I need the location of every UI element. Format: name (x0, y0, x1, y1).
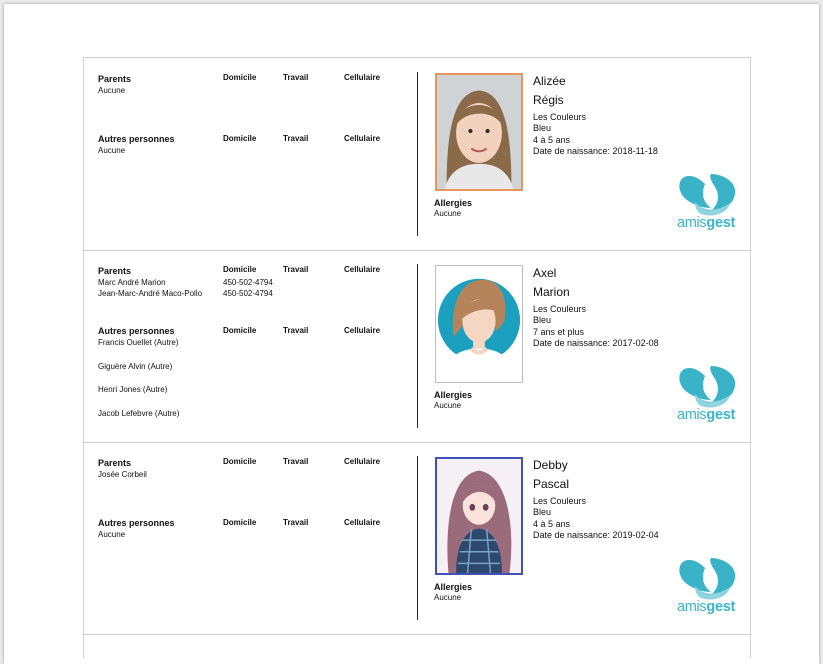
home-column-header: Domicile (223, 518, 257, 527)
parents-heading: Parents (98, 266, 132, 276)
allergies-heading: Allergies (434, 390, 473, 400)
cell-column-header: Cellulaire (344, 134, 381, 143)
child-last-name: Régis (533, 93, 564, 107)
other-person-name: Henri Jones (Autre) (98, 385, 168, 394)
child-first-name: Axel (533, 266, 557, 280)
work-column-header: Travail (283, 457, 309, 466)
child-last-name: Marion (533, 285, 570, 299)
work-column-header: Travail (283, 326, 309, 335)
home-column-header: Domicile (223, 134, 257, 143)
child-age-group: 4 à 5 ans (533, 519, 571, 529)
child-color: Bleu (533, 507, 552, 517)
home-column-header: Domicile (223, 73, 257, 82)
parents-heading: Parents (98, 74, 132, 84)
logo-text: amisgest (676, 215, 736, 231)
home-column-header: Domicile (223, 457, 257, 466)
child-group: Les Couleurs (533, 112, 587, 122)
others-heading: Autres personnes (98, 134, 175, 144)
other-person-name: Jacob Lefebvre (Autre) (98, 409, 180, 418)
parent-name: Josée Corbeil (98, 470, 147, 479)
child-birth-date: Date de naissance: 2018-11-18 (533, 146, 658, 156)
child-first-name: Alizée (533, 74, 566, 88)
child-last-name: Pascal (533, 477, 570, 491)
column-divider (417, 264, 418, 428)
other-person-name: Giguère Alvin (Autre) (98, 362, 173, 371)
home-column-header: Domicile (223, 326, 257, 335)
parent-name: Jean-Marc-André Maco-Pollo (98, 289, 203, 298)
report-sheet: Parents Domicile Travail Cellulaire Aucu… (83, 57, 751, 658)
parents-heading: Parents (98, 458, 132, 468)
child-group: Les Couleurs (533, 304, 587, 314)
child-color: Bleu (533, 123, 552, 133)
work-column-header: Travail (283, 265, 309, 274)
child-first-name: Debby (533, 458, 568, 472)
cell-column-header: Cellulaire (344, 265, 381, 274)
others-heading: Autres personnes (98, 326, 175, 336)
child-photo (435, 73, 523, 191)
child-card: Parents Domicile Travail Cellulaire Aucu… (84, 58, 750, 251)
child-group: Les Couleurs (533, 496, 587, 506)
others-none: Aucune (98, 530, 126, 539)
child-color: Bleu (533, 315, 552, 325)
column-divider (417, 72, 418, 236)
cell-column-header: Cellulaire (344, 73, 381, 82)
allergies-heading: Allergies (434, 198, 473, 208)
child-card: Parents Domicile Travail Cellulaire Marc… (84, 250, 750, 443)
other-person-name: Francis Ouellet (Autre) (98, 338, 179, 347)
allergies-value: Aucune (434, 593, 462, 602)
work-column-header: Travail (283, 134, 309, 143)
amisgest-logo: amisgest (670, 364, 742, 430)
parent-home-phone: 450-502-4794 (223, 278, 273, 287)
child-photo (435, 265, 523, 383)
others-none: Aucune (98, 146, 126, 155)
logo-text: amisgest (676, 407, 736, 423)
amisgest-logo: amisgest (670, 556, 742, 622)
cell-column-header: Cellulaire (344, 457, 381, 466)
child-age-group: 4 à 5 ans (533, 135, 571, 145)
parents-none: Aucune (98, 86, 126, 95)
logo-text: amisgest (676, 599, 736, 615)
parent-name: Marc André Marion (98, 278, 166, 287)
amisgest-logo: amisgest (670, 172, 742, 238)
document-page: Parents Domicile Travail Cellulaire Aucu… (4, 4, 819, 664)
allergies-heading: Allergies (434, 582, 473, 592)
column-divider (417, 456, 418, 620)
cell-column-header: Cellulaire (344, 518, 381, 527)
allergies-value: Aucune (434, 401, 462, 410)
child-card: Parents Domicile Travail Cellulaire José… (84, 442, 750, 635)
child-birth-date: Date de naissance: 2017-02-08 (533, 338, 659, 348)
allergies-value: Aucune (434, 209, 462, 218)
home-column-header: Domicile (223, 265, 257, 274)
parent-home-phone: 450-502-4794 (223, 289, 273, 298)
child-birth-date: Date de naissance: 2019-02-04 (533, 530, 659, 540)
others-heading: Autres personnes (98, 518, 175, 528)
cell-column-header: Cellulaire (344, 326, 381, 335)
work-column-header: Travail (283, 73, 309, 82)
child-photo (435, 457, 523, 575)
child-age-group: 7 ans et plus (533, 327, 585, 337)
work-column-header: Travail (283, 518, 309, 527)
